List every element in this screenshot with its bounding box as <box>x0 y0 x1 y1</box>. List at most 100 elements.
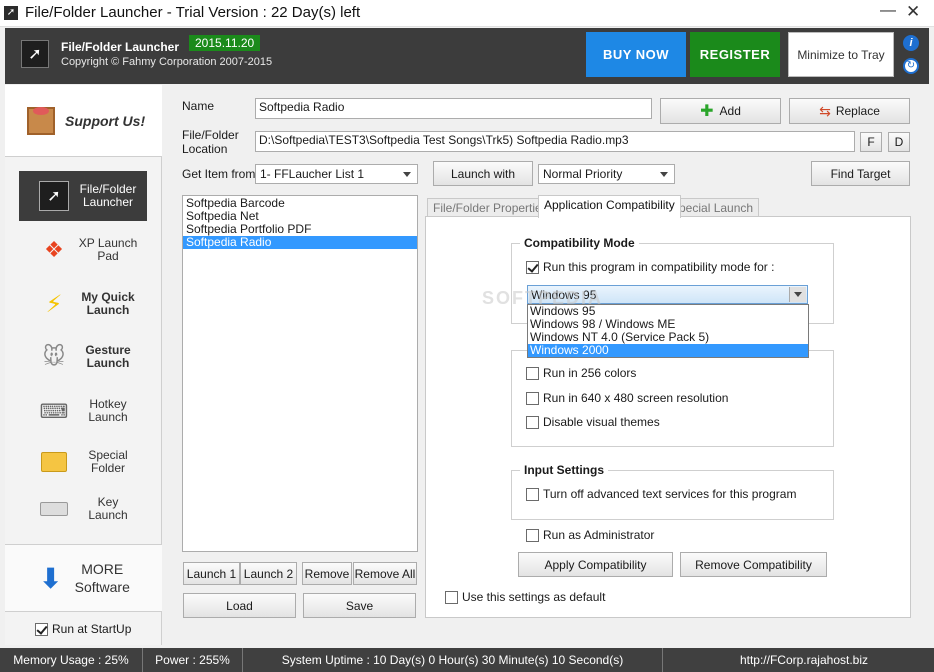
load-button[interactable]: Load <box>183 593 296 618</box>
sidebar-item-hotkey-launch[interactable]: ⌨ Hotkey Launch <box>19 386 147 436</box>
colors-256-checkbox[interactable] <box>526 367 539 380</box>
window-title: File/Folder Launcher - Trial Version : 2… <box>25 4 361 21</box>
sidebar-item-xp-launch-pad[interactable]: ❖ XP Launch Pad <box>19 225 147 275</box>
launch-1-label: Launch 1 <box>186 566 237 581</box>
name-field[interactable]: Softpedia Radio <box>255 98 652 119</box>
more-software-button[interactable]: ⬇ MORE Software <box>5 544 162 612</box>
sidebar-item-label: XP Launch <box>78 236 138 250</box>
launch-2-button[interactable]: Launch 2 <box>240 562 297 585</box>
sidebar-item-label: Launch <box>88 410 128 424</box>
sidebar-item-key-launch[interactable]: Key Launch <box>19 484 147 534</box>
launch-with-label: Launch with <box>450 166 516 181</box>
mouse-icon: 🐭 <box>42 344 66 369</box>
more-label: MORE <box>81 561 124 577</box>
sidebar-item-label: Gesture <box>85 343 131 357</box>
turn-off-text-label: Turn off advanced text services for this… <box>543 487 797 501</box>
run-admin-label: Run as Administrator <box>543 528 655 542</box>
priority-dropdown[interactable]: Normal Priority <box>538 164 675 184</box>
find-target-label: Find Target <box>830 166 891 181</box>
launch-2-label: Launch 2 <box>243 566 294 581</box>
find-target-button[interactable]: Find Target <box>811 161 910 186</box>
sidebar-item-label: Pad <box>97 249 119 263</box>
website-link[interactable]: http://FCorp.rajahost.biz <box>663 648 934 672</box>
d-button[interactable]: D <box>888 132 910 152</box>
remove-compat-label: Remove Compatibility <box>695 557 812 572</box>
close-icon[interactable]: ✕ <box>906 2 920 22</box>
apply-compatibility-button[interactable]: Apply Compatibility <box>518 552 673 577</box>
replace-button[interactable]: ⇆ Replace <box>789 98 910 124</box>
support-us-button[interactable]: Support Us! <box>5 85 162 157</box>
buy-now-label: BUY NOW <box>602 47 670 62</box>
sidebar-item-label: Special <box>88 448 128 462</box>
minimize-tray-label: Minimize to Tray <box>797 47 885 62</box>
sidebar-item-label: Launch <box>86 303 130 317</box>
sidebar-item-label: File/Folder <box>79 182 137 196</box>
remove-all-button[interactable]: Remove All <box>353 562 417 585</box>
power-status: Power : 255% <box>143 648 243 672</box>
lightning-icon: ⚡ <box>45 290 63 318</box>
update-icon[interactable]: ↻ <box>903 58 919 74</box>
download-arrow-icon: ⬇ <box>39 562 63 594</box>
title-bar: ➚ File/Folder Launcher - Trial Version :… <box>0 0 934 27</box>
sidebar-item-gesture-launch[interactable]: 🐭 Gesture Launch <box>19 332 147 382</box>
buy-now-button[interactable]: BUY NOW <box>586 32 686 77</box>
disable-themes-label: Disable visual themes <box>543 415 660 429</box>
get-item-dropdown[interactable]: 1- FFLaucher List 1 <box>255 164 418 184</box>
launcher-icon: ➚ <box>39 181 69 211</box>
sidebar-item-label: My Quick <box>81 290 135 304</box>
location-label-line2: Location <box>182 142 228 156</box>
minimize-to-tray-button[interactable]: Minimize to Tray <box>788 32 894 77</box>
sidebar-item-label: Folder <box>90 461 125 475</box>
chevron-down-icon <box>660 172 668 177</box>
software-label: Software <box>74 579 130 595</box>
run-compat-checkbox[interactable] <box>526 261 539 274</box>
memory-usage: Memory Usage : 25% <box>0 648 143 672</box>
watermark-text: SOFTPEDIA <box>482 288 604 308</box>
tab-file-folder-properties[interactable]: File/Folder Properties <box>427 198 554 217</box>
remove-button[interactable]: Remove <box>302 562 352 585</box>
hotkey-icon: ⌨ <box>39 400 69 423</box>
folder-icon <box>39 447 69 477</box>
sidebar-item-my-quick-launch[interactable]: ⚡ My Quick Launch <box>19 279 147 329</box>
launch-with-button[interactable]: Launch with <box>433 161 533 186</box>
add-button[interactable]: ✚ Add <box>660 98 781 124</box>
sidebar-item-label: Hotkey <box>89 397 127 411</box>
list-item[interactable]: Softpedia Radio <box>183 236 417 249</box>
tab-application-compatibility[interactable]: Application Compatibility <box>538 195 681 218</box>
minimize-icon[interactable]: — <box>880 2 896 20</box>
app-icon: ➚ <box>4 6 18 20</box>
tab-label: Special Launch <box>671 201 754 215</box>
run-at-startup-checkbox[interactable] <box>35 623 48 636</box>
run-admin-checkbox[interactable] <box>526 529 539 542</box>
plus-icon: ✚ <box>700 103 714 120</box>
turn-off-text-checkbox[interactable] <box>526 488 539 501</box>
os-option[interactable]: Windows 2000 <box>528 344 808 357</box>
launch-1-button[interactable]: Launch 1 <box>183 562 240 585</box>
sidebar-item-label: Launch <box>88 508 128 522</box>
f-label: F <box>867 135 875 149</box>
header-logo: ➚ <box>21 40 49 68</box>
sidebar-item-special-folder[interactable]: Special Folder <box>19 437 147 487</box>
item-list[interactable]: Softpedia Barcode Softpedia Net Softpedi… <box>182 195 418 552</box>
os-dropdown-list[interactable]: Windows 95 Windows 98 / Windows ME Windo… <box>527 304 809 358</box>
apply-label: Apply Compatibility <box>544 557 647 572</box>
remove-compatibility-button[interactable]: Remove Compatibility <box>680 552 827 577</box>
location-field[interactable]: D:\Softpedia\TEST3\Softpedia Test Songs\… <box>255 131 855 152</box>
register-button[interactable]: REGISTER <box>690 32 780 77</box>
version-badge: 2015.11.20 <box>189 35 261 51</box>
res-640-checkbox[interactable] <box>526 392 539 405</box>
sidebar-item-file-folder-launcher[interactable]: ➚ File/Folder Launcher <box>19 171 147 221</box>
sidebar-item-label: Launch <box>86 356 130 370</box>
windows-logo-icon: ❖ <box>44 237 64 262</box>
use-default-label: Use this settings as default <box>462 590 606 604</box>
use-default-checkbox[interactable] <box>445 591 458 604</box>
f-button[interactable]: F <box>860 132 882 152</box>
get-item-value: 1- FFLaucher List 1 <box>260 167 365 181</box>
disable-themes-checkbox[interactable] <box>526 416 539 429</box>
d-label: D <box>894 135 904 149</box>
save-button[interactable]: Save <box>303 593 416 618</box>
compatibility-mode-title: Compatibility Mode <box>520 236 639 250</box>
sidebar-item-label: Launcher <box>82 195 134 209</box>
info-icon[interactable]: i <box>903 35 919 51</box>
colors-256-label: Run in 256 colors <box>543 366 637 380</box>
